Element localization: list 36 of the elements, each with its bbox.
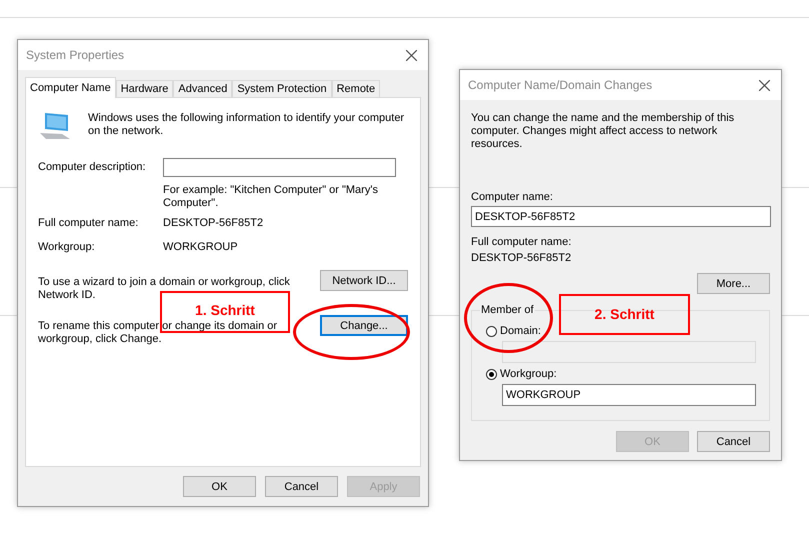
field-label: Full computer name: bbox=[38, 217, 140, 230]
hint-text: For example: "Kitchen Computer" or "Mary's Computer". bbox=[163, 184, 379, 210]
computer-name-value: DESKTOP-56F85T2 bbox=[471, 252, 572, 265]
close-icon[interactable] bbox=[406, 50, 417, 60]
field-label: Computer description: bbox=[38, 161, 147, 174]
computer-name-value: DESKTOP-56F85T2 bbox=[163, 217, 264, 230]
radio-button[interactable]: Workgroup: bbox=[486, 367, 755, 381]
tab[interactable]: Remote bbox=[332, 80, 380, 97]
field-label: Full computer name: bbox=[471, 236, 572, 249]
change-button[interactable]: Change... bbox=[320, 315, 408, 336]
instruction-text: To rename this computer or change its domain or workgroup, click Change. bbox=[38, 320, 278, 346]
instruction-text: To use a wizard to join a domain or workgroup, click Network ID. bbox=[38, 276, 291, 302]
text-field[interactable]: WORKGROUP bbox=[502, 384, 756, 406]
workgroup-value: WORKGROUP bbox=[163, 241, 239, 254]
intro-text: You can change the name and the membership of this computer. Changes might affect access to network resources. bbox=[471, 112, 736, 151]
window-title: System Properties bbox=[26, 48, 124, 62]
tab[interactable]: System Protection bbox=[232, 80, 332, 97]
dialog-button[interactable]: OK bbox=[183, 476, 256, 497]
tab[interactable]: Hardware bbox=[116, 80, 174, 97]
field-label: Computer name: bbox=[471, 191, 554, 204]
computer-icon bbox=[38, 112, 72, 140]
network-id-button[interactable]: Network ID... bbox=[320, 270, 408, 291]
intro-text: Windows uses the following information to identify your computer on the network. bbox=[88, 112, 406, 138]
tab[interactable]: Computer Name bbox=[25, 77, 116, 98]
dialog-button[interactable]: Cancel bbox=[265, 476, 338, 497]
computer-name-field[interactable]: DESKTOP-56F85T2 bbox=[471, 206, 771, 227]
field-label: Workgroup: bbox=[38, 241, 96, 254]
description-field[interactable] bbox=[163, 158, 396, 177]
tab[interactable]: Advanced bbox=[173, 80, 232, 97]
radio-circle[interactable] bbox=[486, 326, 497, 336]
window-title: Computer Name/Domain Changes bbox=[468, 78, 652, 92]
annotation-label: 2. Schritt bbox=[559, 294, 690, 335]
radio-circle[interactable] bbox=[486, 368, 497, 380]
more-button[interactable]: More... bbox=[697, 273, 770, 294]
dialog-button[interactable]: Cancel bbox=[697, 431, 770, 452]
close-icon[interactable] bbox=[759, 80, 770, 90]
